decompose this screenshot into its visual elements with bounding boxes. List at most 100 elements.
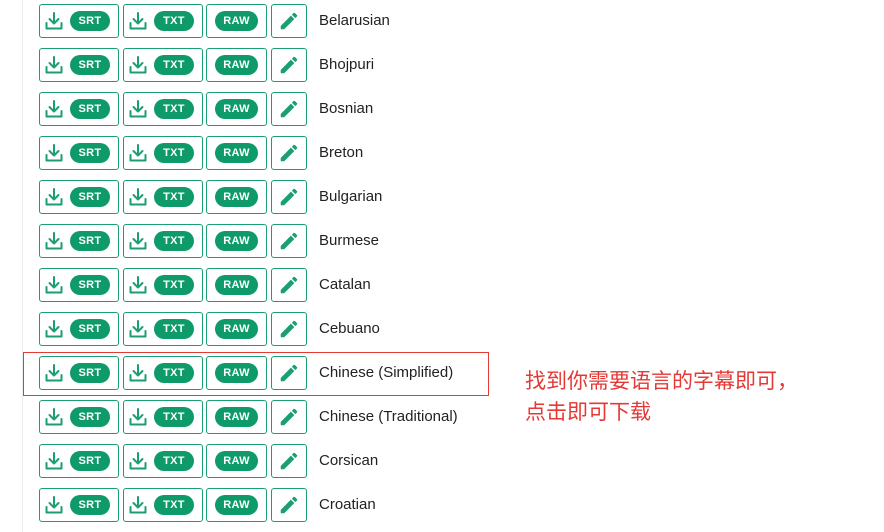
language-name: Cebuano bbox=[319, 320, 380, 337]
download-srt-button[interactable]: SRT bbox=[39, 224, 119, 258]
edit-button[interactable] bbox=[271, 4, 307, 38]
edit-button[interactable] bbox=[271, 180, 307, 214]
srt-badge: SRT bbox=[70, 143, 110, 163]
raw-badge: RAW bbox=[215, 319, 258, 339]
language-row: SRT TXT RAW Cebuano bbox=[39, 312, 559, 348]
srt-badge: SRT bbox=[70, 319, 110, 339]
pencil-icon bbox=[280, 144, 298, 162]
download-srt-button[interactable]: SRT bbox=[39, 312, 119, 346]
download-txt-button[interactable]: TXT bbox=[123, 136, 203, 170]
raw-badge: RAW bbox=[215, 275, 258, 295]
download-icon bbox=[45, 56, 63, 74]
download-icon bbox=[129, 320, 147, 338]
download-icon bbox=[129, 276, 147, 294]
txt-badge: TXT bbox=[154, 495, 194, 515]
language-name: Corsican bbox=[319, 452, 379, 469]
download-icon bbox=[129, 12, 147, 30]
raw-button[interactable]: RAW bbox=[206, 92, 267, 126]
download-srt-button[interactable]: SRT bbox=[39, 444, 119, 478]
raw-button[interactable]: RAW bbox=[206, 136, 267, 170]
srt-badge: SRT bbox=[70, 231, 110, 251]
download-srt-button[interactable]: SRT bbox=[39, 180, 119, 214]
download-txt-button[interactable]: TXT bbox=[123, 444, 203, 478]
raw-button[interactable]: RAW bbox=[206, 400, 267, 434]
raw-button[interactable]: RAW bbox=[206, 224, 267, 258]
download-icon bbox=[129, 452, 147, 470]
download-txt-button[interactable]: TXT bbox=[123, 180, 203, 214]
edit-button[interactable] bbox=[271, 444, 307, 478]
download-txt-button[interactable]: TXT bbox=[123, 312, 203, 346]
txt-badge: TXT bbox=[154, 407, 194, 427]
download-srt-button[interactable]: SRT bbox=[39, 4, 119, 38]
language-name: Breton bbox=[319, 144, 364, 161]
download-txt-button[interactable]: TXT bbox=[123, 488, 203, 522]
download-icon bbox=[129, 408, 147, 426]
language-row: SRT TXT RAW Bosnian bbox=[39, 92, 559, 128]
download-txt-button[interactable]: TXT bbox=[123, 400, 203, 434]
edit-button[interactable] bbox=[271, 224, 307, 258]
edit-button[interactable] bbox=[271, 488, 307, 522]
annotation-line-2: 点击即可下载 bbox=[525, 400, 651, 424]
download-txt-button[interactable]: TXT bbox=[123, 92, 203, 126]
txt-badge: TXT bbox=[154, 275, 194, 295]
raw-button[interactable]: RAW bbox=[206, 312, 267, 346]
srt-badge: SRT bbox=[70, 407, 110, 427]
language-name: Croatian bbox=[319, 496, 376, 513]
edit-button[interactable] bbox=[271, 312, 307, 346]
pencil-icon bbox=[280, 320, 298, 338]
raw-badge: RAW bbox=[215, 55, 258, 75]
language-name: Chinese (Traditional) bbox=[319, 408, 458, 425]
raw-button[interactable]: RAW bbox=[206, 4, 267, 38]
raw-button[interactable]: RAW bbox=[206, 488, 267, 522]
language-name: Belarusian bbox=[319, 12, 390, 29]
download-icon bbox=[129, 100, 147, 118]
download-icon bbox=[45, 100, 63, 118]
raw-button[interactable]: RAW bbox=[206, 268, 267, 302]
page-left-rule bbox=[22, 0, 23, 532]
txt-badge: TXT bbox=[154, 231, 194, 251]
pencil-icon bbox=[280, 496, 298, 514]
download-icon bbox=[129, 144, 147, 162]
download-srt-button[interactable]: SRT bbox=[39, 48, 119, 82]
download-txt-button[interactable]: TXT bbox=[123, 48, 203, 82]
srt-badge: SRT bbox=[70, 99, 110, 119]
raw-button[interactable]: RAW bbox=[206, 180, 267, 214]
language-row: SRT TXT RAW Catalan bbox=[39, 268, 559, 304]
download-txt-button[interactable]: TXT bbox=[123, 268, 203, 302]
language-name: Catalan bbox=[319, 276, 371, 293]
edit-button[interactable] bbox=[271, 48, 307, 82]
language-row: SRT TXT RAW Bulgarian bbox=[39, 180, 559, 216]
txt-badge: TXT bbox=[154, 319, 194, 339]
download-srt-button[interactable]: SRT bbox=[39, 92, 119, 126]
raw-badge: RAW bbox=[215, 187, 258, 207]
download-txt-button[interactable]: TXT bbox=[123, 224, 203, 258]
download-srt-button[interactable]: SRT bbox=[39, 400, 119, 434]
raw-badge: RAW bbox=[215, 99, 258, 119]
download-srt-button[interactable]: SRT bbox=[39, 268, 119, 302]
language-row: SRT TXT RAW Bhojpuri bbox=[39, 48, 559, 84]
edit-button[interactable] bbox=[271, 268, 307, 302]
download-srt-button[interactable]: SRT bbox=[39, 136, 119, 170]
download-icon bbox=[45, 144, 63, 162]
raw-badge: RAW bbox=[215, 11, 258, 31]
raw-badge: RAW bbox=[215, 495, 258, 515]
txt-badge: TXT bbox=[154, 187, 194, 207]
download-icon bbox=[45, 232, 63, 250]
download-icon bbox=[45, 276, 63, 294]
raw-button[interactable]: RAW bbox=[206, 48, 267, 82]
download-srt-button[interactable]: SRT bbox=[39, 488, 119, 522]
pencil-icon bbox=[280, 408, 298, 426]
language-row: SRT TXT RAW Belarusian bbox=[39, 4, 559, 40]
download-icon bbox=[45, 408, 63, 426]
txt-badge: TXT bbox=[154, 451, 194, 471]
download-icon bbox=[45, 320, 63, 338]
edit-button[interactable] bbox=[271, 136, 307, 170]
edit-button[interactable] bbox=[271, 92, 307, 126]
download-txt-button[interactable]: TXT bbox=[123, 4, 203, 38]
edit-button[interactable] bbox=[271, 400, 307, 434]
language-name: Bosnian bbox=[319, 100, 374, 117]
pencil-icon bbox=[280, 12, 298, 30]
pencil-icon bbox=[280, 100, 298, 118]
raw-button[interactable]: RAW bbox=[206, 444, 267, 478]
language-name: Bulgarian bbox=[319, 188, 383, 205]
